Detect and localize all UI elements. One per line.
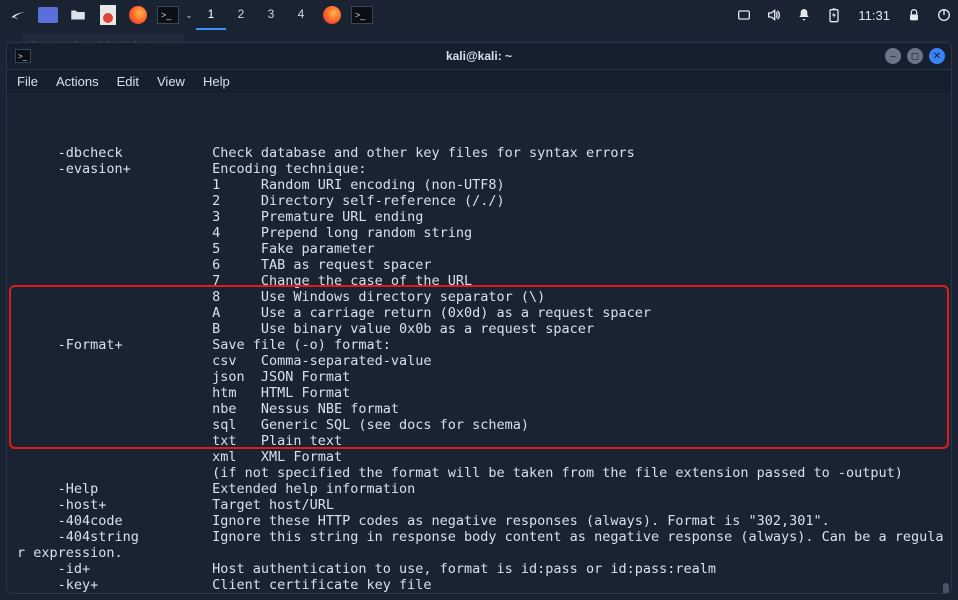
terminal-menubar: File Actions Edit View Help bbox=[7, 69, 951, 93]
terminal-line: nbe Nessus NBE format bbox=[17, 401, 941, 417]
terminal-line: -Format+ Save file (-o) format: bbox=[17, 337, 941, 353]
firefox-icon[interactable] bbox=[124, 2, 152, 28]
clock[interactable]: 11:31 bbox=[854, 8, 894, 23]
terminal-line: -404string Ignore this string in respons… bbox=[17, 529, 941, 545]
terminal-line: 1 Random URI encoding (non-UTF8) bbox=[17, 177, 941, 193]
terminal-line: -evasion+ Encoding technique: bbox=[17, 161, 941, 177]
terminal-line: 6 TAB as request spacer bbox=[17, 257, 941, 273]
terminal-line: -id+ Host authentication to use, format … bbox=[17, 561, 941, 577]
window-controls: – ◻ ✕ bbox=[885, 48, 945, 64]
close-button[interactable]: ✕ bbox=[929, 48, 945, 64]
terminal-line: B Use binary value 0x0b as a request spa… bbox=[17, 321, 941, 337]
terminal-line: 3 Premature URL ending bbox=[17, 209, 941, 225]
terminal-line: 8 Use Windows directory separator (\) bbox=[17, 289, 941, 305]
workspace-tab-2[interactable]: 2 bbox=[226, 0, 256, 30]
terminal-line: r expression. bbox=[17, 545, 941, 561]
terminal-line: -Help Extended help information bbox=[17, 481, 941, 497]
maximize-button[interactable]: ◻ bbox=[907, 48, 923, 64]
taskbar-right: 11:31 bbox=[734, 5, 954, 25]
terminal-launcher-dropdown[interactable]: ⌄ bbox=[184, 11, 194, 20]
terminal-line: txt Plain text bbox=[17, 433, 941, 449]
menu-edit[interactable]: Edit bbox=[117, 74, 139, 89]
terminal-line: 2 Directory self-reference (/./) bbox=[17, 193, 941, 209]
terminal-window: >_ kali@kali: ~ – ◻ ✕ File Actions Edit Vie… bbox=[6, 42, 952, 594]
menu-actions[interactable]: Actions bbox=[56, 74, 99, 89]
firefox-running-icon[interactable] bbox=[318, 2, 346, 28]
menu-help[interactable]: Help bbox=[203, 74, 230, 89]
power-icon[interactable] bbox=[934, 5, 954, 25]
terminal-line: csv Comma-separated-value bbox=[17, 353, 941, 369]
terminal-line: 4 Prepend long random string bbox=[17, 225, 941, 241]
workspace-tab-1[interactable]: 1 bbox=[196, 0, 226, 30]
terminal-line: sql Generic SQL (see docs for schema) bbox=[17, 417, 941, 433]
terminal-line: json JSON Format bbox=[17, 369, 941, 385]
terminal-line: 5 Fake parameter bbox=[17, 241, 941, 257]
terminal-line: (if not specified the format will be tak… bbox=[17, 465, 941, 481]
minimize-button[interactable]: – bbox=[885, 48, 901, 64]
terminal-launcher-icon[interactable]: >_ bbox=[154, 2, 182, 28]
menu-file[interactable]: File bbox=[17, 74, 38, 89]
volume-icon[interactable] bbox=[764, 5, 784, 25]
terminal-line: A Use a carriage return (0x0d) as a requ… bbox=[17, 305, 941, 321]
terminal-line: htm HTML Format bbox=[17, 385, 941, 401]
terminal-line: -404code Ignore these HTTP codes as nega… bbox=[17, 513, 941, 529]
menu-view[interactable]: View bbox=[157, 74, 185, 89]
terminal-title: kali@kali: ~ bbox=[446, 49, 512, 63]
lock-icon[interactable] bbox=[904, 5, 924, 25]
kali-logo-icon[interactable] bbox=[4, 2, 32, 28]
battery-icon[interactable] bbox=[824, 5, 844, 25]
terminal-titlebar[interactable]: >_ kali@kali: ~ – ◻ ✕ bbox=[7, 43, 951, 69]
workspace-switcher: 1234 bbox=[196, 0, 316, 30]
dashboard-icon[interactable] bbox=[34, 2, 62, 28]
terminal-body[interactable]: -dbcheck Check database and other key fi… bbox=[7, 93, 951, 593]
terminal-line: -host+ Target host/URL bbox=[17, 497, 941, 513]
notifications-icon[interactable] bbox=[794, 5, 814, 25]
desktop-taskbar: >_ ⌄ 1234 >_ 11:31 bbox=[0, 0, 958, 30]
terminal-line: xml XML Format bbox=[17, 449, 941, 465]
terminal-line: -dbcheck Check database and other key fi… bbox=[17, 145, 941, 161]
terminal-running-icon[interactable]: >_ bbox=[348, 2, 376, 28]
taskbar-left: >_ ⌄ 1234 >_ bbox=[4, 0, 376, 30]
terminal-line: 7 Change the case of the URL bbox=[17, 273, 941, 289]
scrollbar-thumb[interactable] bbox=[943, 583, 949, 593]
document-icon[interactable] bbox=[94, 2, 122, 28]
terminal-titlebar-icon: >_ bbox=[15, 49, 31, 63]
workspace-tab-3[interactable]: 3 bbox=[256, 0, 286, 30]
files-icon[interactable] bbox=[64, 2, 92, 28]
workspace-tab-4[interactable]: 4 bbox=[286, 0, 316, 30]
tray-app-icon[interactable] bbox=[734, 5, 754, 25]
terminal-line: -key+ Client certificate key file bbox=[17, 577, 941, 593]
